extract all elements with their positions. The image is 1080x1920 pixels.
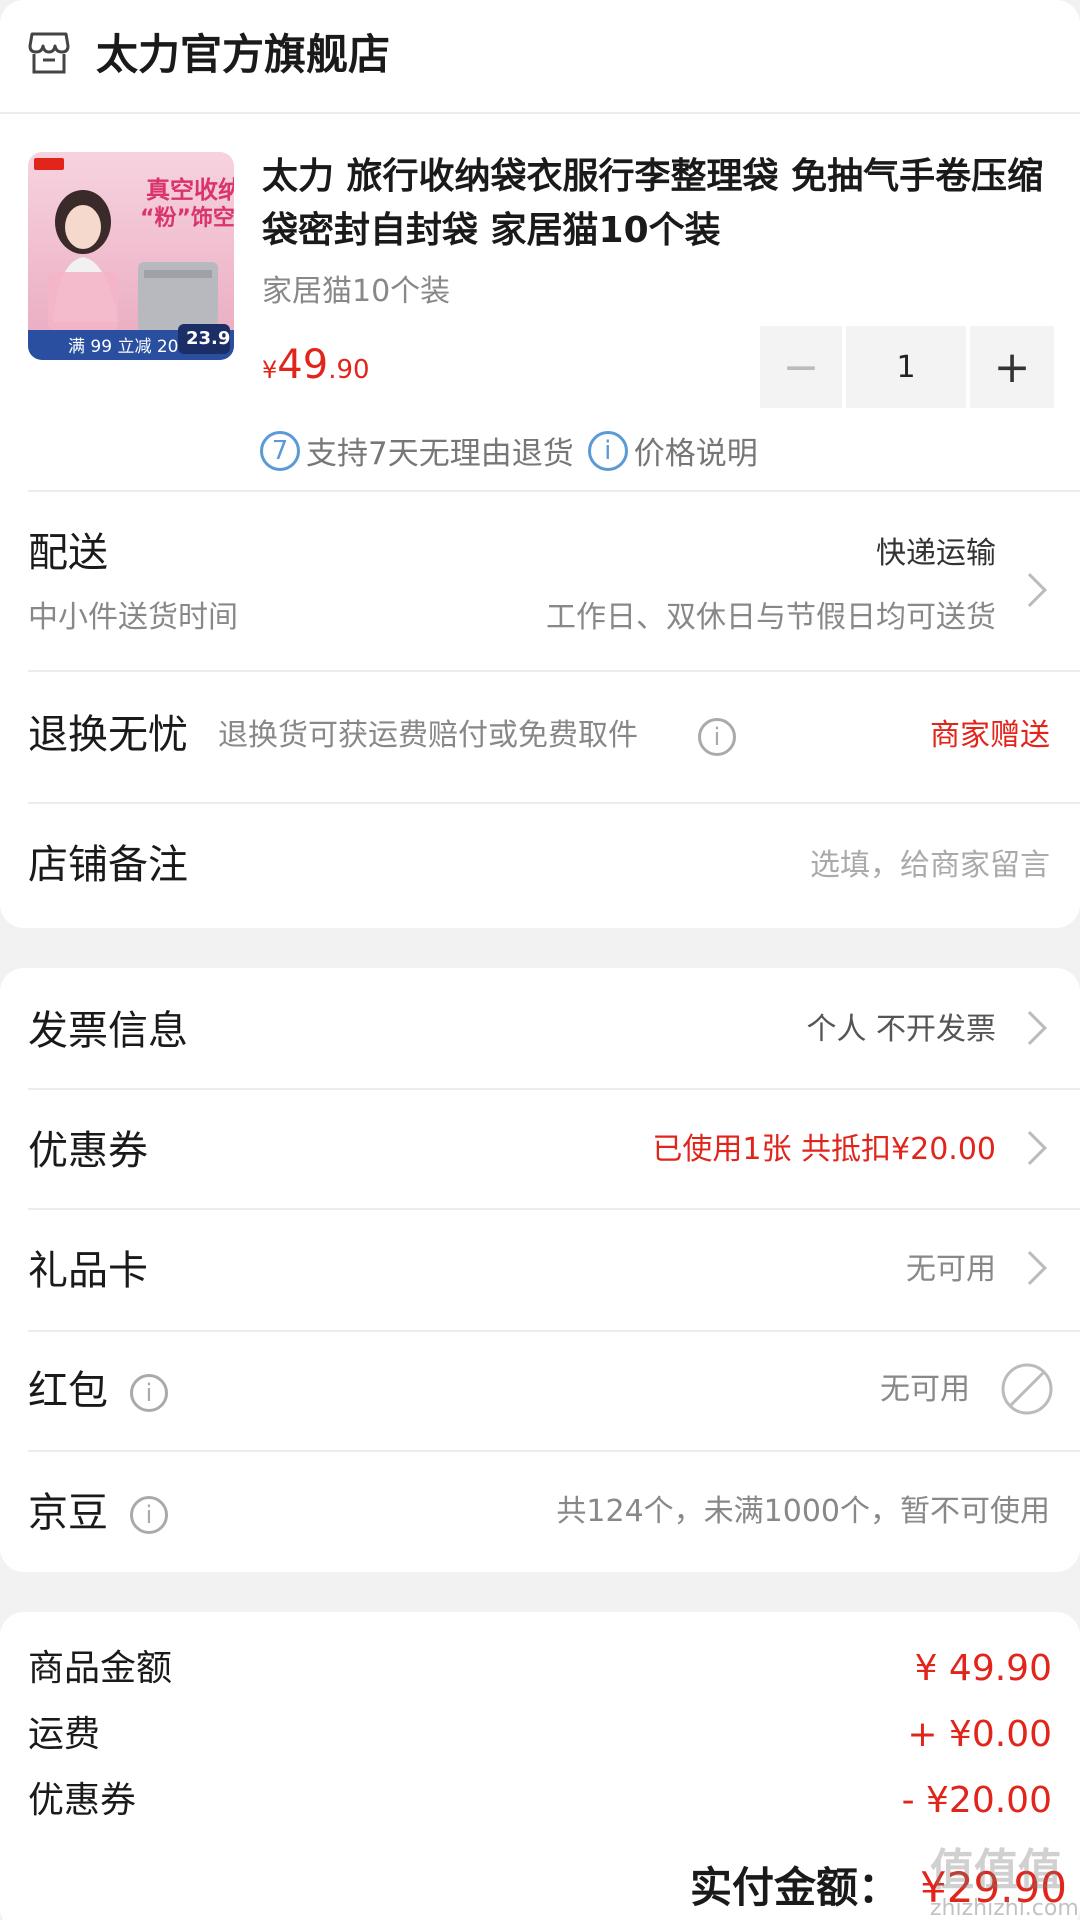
chevron-right-icon [1013, 1131, 1047, 1165]
product-price: ¥49.90 [262, 340, 370, 398]
product-image[interactable]: 真空收纳 “粉”饰空间 满 99 立减 20 23.9 [28, 152, 234, 360]
summary-label-shipping: 运费 [28, 1714, 101, 1755]
chevron-right-icon [1013, 1251, 1047, 1285]
info-icon[interactable]: i [130, 1374, 168, 1412]
product-title[interactable]: 太力 旅行收纳袋衣服行李整理袋 免抽气手卷压缩袋密封自封袋 家居猫10个装 [262, 150, 1062, 258]
quantity-minus-button[interactable]: − [760, 326, 842, 408]
gift-card-row[interactable]: 礼品卡 无可用 [0, 1210, 1080, 1330]
return-value: 商家赠送 [930, 718, 1050, 753]
return-label: 退换无忧 [28, 712, 188, 758]
store-note-label: 店铺备注 [28, 842, 188, 888]
gift-card-value: 无可用 [906, 1252, 996, 1287]
info-icon[interactable]: i [698, 718, 736, 756]
summary-value-coupon: - ¥20.00 [901, 1780, 1052, 1821]
price-currency: ¥ [262, 356, 278, 384]
summary-label-goods: 商品金额 [28, 1648, 173, 1689]
total-label: 实付金额： [690, 1863, 901, 1912]
delivery-row[interactable]: 配送 中小件送货时间 快递运输 工作日、双休日与节假日均可送货 [0, 492, 1080, 670]
coupon-label: 优惠券 [28, 1128, 148, 1174]
quantity-plus-button[interactable]: + [970, 326, 1054, 408]
price-integer: 49 [277, 342, 329, 388]
disabled-icon [1000, 1362, 1054, 1416]
image-headline-2: “粉”饰空间 [140, 206, 234, 231]
header-divider [0, 112, 1080, 114]
price-summary-card: 商品金额 ¥ 49.90 运费 + ¥0.00 优惠券 - ¥20.00 实付金… [0, 1612, 1080, 1920]
seven-day-return-icon: 7 [260, 430, 300, 471]
red-packet-label: 红包 [28, 1368, 108, 1414]
coupon-value: 已使用1张 共抵扣¥20.00 [652, 1132, 996, 1167]
coupon-row[interactable]: 优惠券 已使用1张 共抵扣¥20.00 [0, 1090, 1080, 1208]
delivery-value: 快递运输 [876, 536, 996, 571]
price-info-icon: i [587, 430, 628, 471]
watermark-logo: 值值值 [930, 1845, 1062, 1896]
jingdou-label: 京豆 [28, 1490, 108, 1536]
image-promo-price: 23.9 [186, 328, 231, 349]
red-packet-row[interactable]: 红包 i 无可用 [0, 1332, 1080, 1450]
order-store-card: 太力官方旗舰店 真空收纳 “粉”饰空间 满 99 立减 20 23.9 [0, 0, 1080, 928]
store-icon [28, 30, 70, 76]
summary-label-coupon: 优惠券 [28, 1780, 137, 1821]
red-packet-value: 无可用 [880, 1372, 970, 1407]
invoice-value: 个人 不开发票 [806, 1012, 996, 1047]
summary-value-goods: ¥ 49.90 [914, 1648, 1052, 1689]
delivery-value-sub: 工作日、双休日与节假日均可送货 [546, 600, 996, 635]
delivery-sub: 中小件送货时间 [28, 600, 238, 635]
quantity-stepper: − 1 + [760, 326, 1054, 408]
return-row[interactable]: 退换无忧 退换货可获运费赔付或免费取件 i 商家赠送 [0, 672, 1080, 802]
quantity-value[interactable]: 1 [846, 326, 966, 408]
payment-options-card: 发票信息 个人 不开发票 优惠券 已使用1张 共抵扣¥20.00 礼品卡 无可用… [0, 968, 1080, 1572]
jingdou-row[interactable]: 京豆 i 共124个，未满1000个，暂不可使用 [0, 1452, 1080, 1572]
invoice-row[interactable]: 发票信息 个人 不开发票 [0, 968, 1080, 1088]
watermark-url: zhizhizhi.com [930, 1896, 1079, 1920]
jingdou-value: 共124个，未满1000个，暂不可使用 [556, 1494, 1050, 1529]
invoice-label: 发票信息 [28, 1008, 188, 1054]
price-info-label[interactable]: 价格说明 [634, 428, 758, 473]
price-decimal: .90 [328, 355, 370, 385]
return-desc: 退换货可获运费赔付或免费取件 [218, 718, 638, 753]
product-variant[interactable]: 家居猫10个装 [262, 270, 450, 314]
seven-day-return-label[interactable]: 支持7天无理由退货 [306, 428, 574, 473]
info-icon[interactable]: i [130, 1496, 168, 1534]
image-promo: 满 99 立减 20 [68, 337, 179, 357]
chevron-right-icon [1013, 573, 1047, 607]
delivery-label: 配送 [28, 530, 108, 576]
store-note-input[interactable]: 选填，给商家留言 [810, 844, 1050, 888]
store-note-row[interactable]: 店铺备注 选填，给商家留言 [0, 804, 1080, 928]
chevron-right-icon [1013, 1011, 1047, 1045]
service-badges: 7 支持7天无理由退货 i 价格说明 [260, 428, 758, 473]
gift-card-label: 礼品卡 [28, 1248, 148, 1294]
summary-value-shipping: + ¥0.00 [907, 1714, 1052, 1755]
store-name[interactable]: 太力官方旗舰店 [96, 28, 390, 82]
